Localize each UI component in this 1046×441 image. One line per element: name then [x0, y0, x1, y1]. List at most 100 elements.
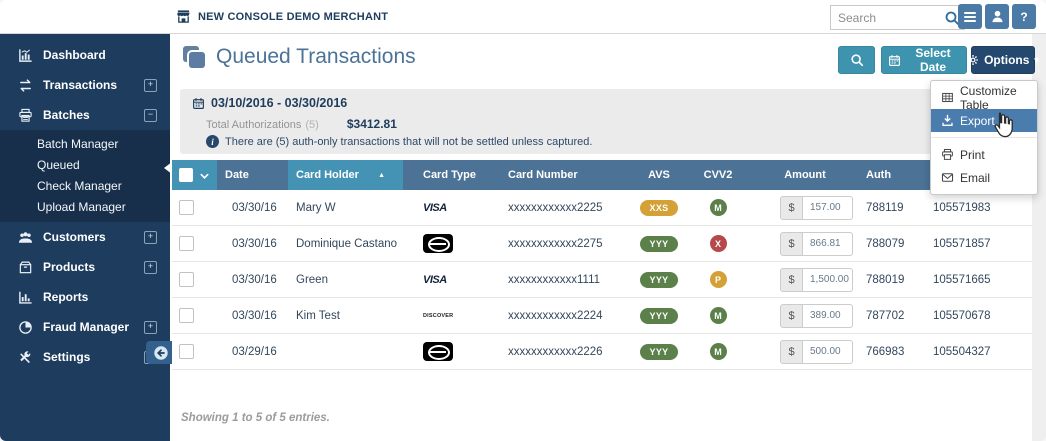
help-label: ?	[1020, 10, 1027, 24]
menu-button[interactable]	[958, 4, 982, 29]
date-range[interactable]: 03/10/2016 - 03/30/2016	[211, 96, 347, 110]
menu-item-customize-table[interactable]: Customize Table	[931, 86, 1037, 109]
cell-text-auth: 766983	[866, 346, 904, 358]
sidebar-item-dashboard[interactable]: Dashboard	[0, 40, 170, 70]
amount-input[interactable]	[803, 268, 853, 292]
row-checkbox[interactable]	[179, 236, 194, 251]
cell-avs: YYY	[630, 226, 688, 261]
sidebar-item-settings[interactable]: Settings+	[0, 342, 170, 372]
cell-cvv2: M	[688, 334, 748, 369]
menu-item-label: Print	[960, 148, 985, 162]
row-checkbox[interactable]	[179, 200, 194, 215]
row-checkbox[interactable]	[179, 308, 194, 323]
sidebar-item-products[interactable]: Products+	[0, 252, 170, 282]
sidebar-item-label: Fraud Manager	[43, 320, 129, 334]
auth-only-notice: There are (5) auth-only transactions tha…	[225, 136, 592, 148]
active-panel-pointer	[164, 162, 172, 174]
column-header-label: Card Number	[508, 169, 578, 181]
menu-item-export[interactable]: Export	[931, 109, 1037, 132]
expand-section-icon[interactable]: +	[144, 261, 157, 274]
cell-sel	[172, 190, 217, 225]
menu-item-email[interactable]: Email	[931, 166, 1037, 189]
cell-auth: 788119	[862, 190, 920, 225]
sidebar-item-reports[interactable]: Reports	[0, 282, 170, 312]
sidebar-item-label: Settings	[43, 350, 90, 364]
sidebar-subitem-queued[interactable]: Queued	[0, 155, 170, 176]
sidebar-item-label: Reports	[43, 290, 88, 304]
table-row: 03/30/16Dominique Castanoxxxxxxxxxxxx227…	[172, 226, 1032, 262]
cell-text-date: 03/30/16	[232, 238, 277, 250]
avs-badge: YYY	[640, 308, 678, 324]
options-button[interactable]: Options ▾	[971, 46, 1035, 74]
menu-icon	[964, 10, 976, 24]
download-icon	[941, 114, 954, 127]
select-date-button[interactable]: Select Date	[881, 46, 967, 74]
sidebar-item-batches[interactable]: Batches−	[0, 100, 170, 130]
sidebar-subitem-batch-manager[interactable]: Batch Manager	[0, 134, 170, 155]
merchant-name: NEW CONSOLE DEMO MERCHANT	[198, 11, 388, 23]
expand-section-icon[interactable]: +	[144, 79, 157, 92]
total-amount: $3412.81	[347, 117, 397, 131]
transactions-icon	[17, 78, 33, 93]
entries-summary: Showing 1 to 5 of 5 entries.	[181, 412, 330, 424]
currency-addon: $	[780, 268, 803, 292]
cell-type: DISCOVER	[403, 298, 500, 333]
amount-input[interactable]	[803, 304, 853, 328]
column-header-card-number[interactable]: Card Number	[500, 160, 630, 190]
avs-badge: YYY	[640, 344, 678, 360]
search-input[interactable]	[831, 11, 944, 25]
sidebar-item-label: Dashboard	[43, 48, 106, 62]
cell-text-number: xxxxxxxxxxxx2226	[508, 346, 603, 358]
currency-addon: $	[780, 232, 803, 256]
help-button[interactable]: ?	[1012, 4, 1036, 29]
column-header-auth[interactable]: Auth	[862, 160, 920, 190]
cell-txid: 105571857	[920, 226, 1032, 261]
settings-icon	[17, 350, 33, 365]
expand-section-icon[interactable]: +	[144, 321, 157, 334]
sidebar-item-label: Customers	[43, 230, 106, 244]
column-header-card-type[interactable]: Card Type	[403, 160, 500, 190]
cell-auth: 788019	[862, 262, 920, 297]
menu-item-print[interactable]: Print	[931, 143, 1037, 166]
collapse-section-icon[interactable]: −	[144, 109, 157, 122]
cell-txid: 105571983	[920, 190, 1032, 225]
column-header-cvv2[interactable]: CVV2	[688, 160, 748, 190]
cell-type	[403, 226, 500, 261]
cell-type: VISA	[403, 262, 500, 297]
amount-input[interactable]	[803, 196, 853, 220]
column-header-date[interactable]: Date	[217, 160, 288, 190]
calendar-icon	[888, 54, 901, 67]
row-checkbox[interactable]	[179, 272, 194, 287]
amount-input[interactable]	[803, 232, 853, 256]
row-checkbox[interactable]	[179, 344, 194, 359]
column-header-label: Auth	[866, 169, 891, 181]
cvv2-badge: M	[710, 307, 727, 324]
sidebar-item-fraud-manager[interactable]: Fraud Manager +	[0, 312, 170, 342]
sidebar-item-customers[interactable]: Customers +	[0, 222, 170, 252]
column-header-amount[interactable]: Amount	[748, 160, 862, 190]
expand-section-icon[interactable]: +	[144, 231, 157, 244]
table-search-button[interactable]	[838, 46, 875, 74]
gear-icon	[967, 54, 979, 66]
cell-auth: 766983	[862, 334, 920, 369]
amount-input-group: $	[780, 196, 853, 220]
cell-text-number: xxxxxxxxxxxx2275	[508, 238, 603, 250]
column-header-label: AVS	[648, 169, 670, 181]
column-header-select[interactable]	[172, 160, 217, 190]
column-header-avs[interactable]: AVS	[630, 160, 688, 190]
select-all-checkbox[interactable]	[179, 168, 193, 182]
account-button[interactable]	[985, 4, 1009, 29]
sidebar-item-transactions[interactable]: Transactions+	[0, 70, 170, 100]
arrow-circle-left-icon	[153, 345, 169, 361]
amount-input[interactable]	[803, 340, 853, 364]
column-header-card-holder[interactable]: Card Holder▲	[288, 160, 403, 190]
cell-txid: 105570678	[920, 298, 1032, 333]
chevron-down-icon[interactable]	[199, 170, 210, 181]
cvv2-badge: M	[710, 199, 727, 216]
cell-sel	[172, 226, 217, 261]
sidebar-subitem-check-manager[interactable]: Check Manager	[0, 176, 170, 197]
cell-amount: $	[748, 262, 862, 297]
total-authorizations-label: Total Authorizations	[206, 119, 301, 131]
cvv2-badge: X	[710, 235, 727, 252]
sidebar-subitem-upload-manager[interactable]: Upload Manager	[0, 197, 170, 218]
